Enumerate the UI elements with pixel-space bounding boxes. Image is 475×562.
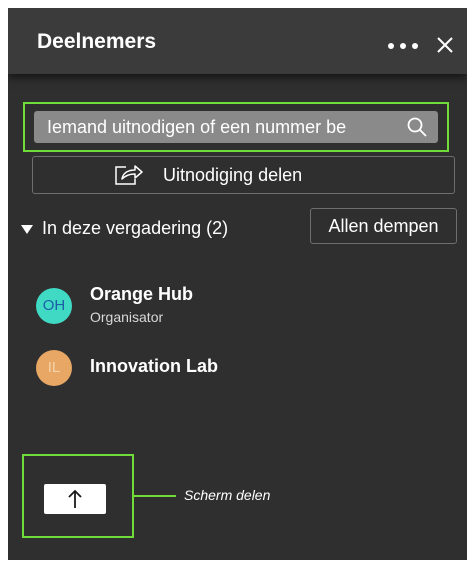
avatar: IL	[36, 350, 72, 386]
share-screen-button[interactable]	[44, 484, 106, 514]
close-button[interactable]	[434, 34, 456, 56]
invite-search-input[interactable]: Iemand uitnodigen of een nummer be	[34, 111, 438, 143]
triangle-down-icon	[21, 225, 33, 234]
ellipsis-icon	[412, 43, 418, 49]
participants-panel: Deelnemers Iemand uitnodigen of een numm…	[8, 8, 467, 560]
participant-item[interactable]: OH Orange Hub Organisator	[36, 284, 436, 330]
more-options-button[interactable]	[388, 36, 422, 56]
participant-role: Organisator	[90, 309, 164, 325]
meeting-section-toggle[interactable]: In deze vergadering (2)	[21, 218, 301, 242]
panel-header: Deelnemers	[8, 8, 467, 74]
avatar: OH	[36, 288, 72, 324]
participant-name: Innovation Lab	[90, 356, 218, 376]
callout-line	[134, 495, 176, 497]
share-arrow-icon	[115, 165, 143, 185]
ellipsis-icon	[388, 43, 394, 49]
invite-search-placeholder: Iemand uitnodigen of een nummer be	[47, 117, 347, 137]
mute-all-button[interactable]: Allen dempen	[310, 208, 457, 244]
participant-item[interactable]: IL Innovation Lab	[36, 346, 436, 392]
close-icon	[437, 37, 453, 53]
share-screen-callout: Scherm delen	[184, 487, 271, 503]
share-invite-button[interactable]: Uitnodiging delen	[32, 156, 455, 194]
share-screen-highlight	[22, 454, 134, 538]
search-icon[interactable]	[406, 116, 428, 138]
participant-name: Orange Hub	[90, 284, 194, 304]
panel-title: Deelnemers	[37, 30, 157, 53]
arrow-up-icon	[68, 489, 82, 508]
meeting-section-label: In deze vergadering (2)	[42, 218, 229, 238]
share-invite-label: Uitnodiging delen	[163, 165, 303, 185]
invite-highlight: Iemand uitnodigen of een nummer be	[23, 102, 449, 152]
ellipsis-icon	[400, 43, 406, 49]
